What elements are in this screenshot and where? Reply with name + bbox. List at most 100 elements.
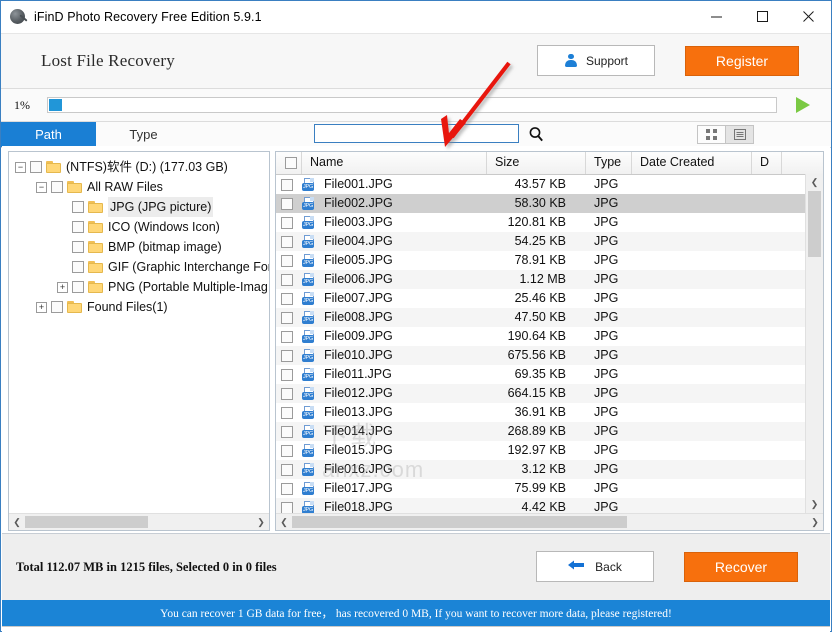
tree-node[interactable]: JPG (JPG picture) [15, 197, 269, 217]
folder-icon [46, 161, 61, 173]
table-row[interactable]: JPG File008.JPG 47.50 KB JPG [276, 308, 823, 327]
close-icon[interactable] [785, 1, 831, 32]
table-row[interactable]: JPG File002.JPG 58.30 KB JPG [276, 194, 823, 213]
table-row[interactable]: JPG File016.JPG 3.12 KB JPG [276, 460, 823, 479]
tree-node-label: (NTFS)软件 (D:) (177.03 GB) [66, 160, 228, 174]
row-checkbox[interactable] [276, 327, 302, 346]
tree-node-checkbox[interactable] [72, 221, 84, 233]
column-header-d[interactable]: D [752, 152, 782, 174]
row-checkbox[interactable] [276, 289, 302, 308]
scroll-left-icon[interactable]: ❮ [276, 515, 292, 530]
search-input[interactable] [314, 124, 519, 143]
back-button[interactable]: Back [536, 551, 654, 582]
table-row[interactable]: JPG File005.JPG 78.91 KB JPG [276, 251, 823, 270]
tree-node-checkbox[interactable] [72, 281, 84, 293]
cell-size: 54.25 KB [514, 234, 566, 248]
folder-icon [88, 261, 103, 273]
list-view-icon[interactable] [725, 126, 753, 143]
tree-node[interactable]: + PNG (Portable Multiple-Imag [15, 277, 269, 297]
footer-bar: Total 112.07 MB in 1215 files, Selected … [2, 533, 830, 600]
file-list-vertical-scrollbar[interactable]: ❮ ❯ [805, 174, 823, 513]
row-checkbox[interactable] [276, 232, 302, 251]
play-triangle-icon[interactable] [789, 93, 815, 117]
table-row[interactable]: JPG File014.JPG 268.89 KB JPG [276, 422, 823, 441]
row-checkbox[interactable] [276, 498, 302, 513]
support-button[interactable]: Support [537, 45, 655, 76]
collapse-icon[interactable]: − [15, 161, 26, 173]
tree-node[interactable]: ICO (Windows Icon) [15, 217, 269, 237]
tree-node[interactable]: + Found Files(1) [15, 297, 269, 317]
table-row[interactable]: JPG File013.JPG 36.91 KB JPG [276, 403, 823, 422]
register-button[interactable]: Register [685, 45, 799, 76]
file-list-vscroll-thumb[interactable] [808, 191, 821, 257]
grid-view-icon[interactable] [698, 126, 725, 143]
table-row[interactable]: JPG File018.JPG 4.42 KB JPG [276, 498, 823, 513]
magnifier-icon[interactable] [528, 126, 544, 142]
tree-node[interactable]: GIF (Graphic Interchange For [15, 257, 269, 277]
table-row[interactable]: JPG File003.JPG 120.81 KB JPG [276, 213, 823, 232]
column-header-name[interactable]: Name [302, 152, 487, 174]
select-all-checkbox[interactable] [276, 152, 302, 174]
row-checkbox[interactable] [276, 213, 302, 232]
file-list-horizontal-scrollbar[interactable]: ❮ ❯ [276, 513, 823, 530]
recover-button[interactable]: Recover [684, 551, 798, 582]
tab-path[interactable]: Path [1, 122, 96, 147]
tab-path-label: Path [35, 127, 62, 142]
tab-type[interactable]: Type [96, 122, 191, 147]
table-row[interactable]: JPG File001.JPG 43.57 KB JPG [276, 175, 823, 194]
tree-node-checkbox[interactable] [51, 301, 63, 313]
column-header-size[interactable]: Size [487, 152, 586, 174]
main-content: − (NTFS)软件 (D:) (177.03 GB) − All RAW Files… [2, 146, 830, 531]
row-checkbox[interactable] [276, 441, 302, 460]
collapse-icon[interactable]: − [36, 181, 47, 193]
folder-tree[interactable]: − (NTFS)软件 (D:) (177.03 GB) − All RAW Files… [9, 152, 269, 513]
table-row[interactable]: JPG File009.JPG 190.64 KB JPG [276, 327, 823, 346]
column-header-date-created[interactable]: Date Created [632, 152, 752, 174]
minimize-icon[interactable] [693, 1, 739, 32]
table-row[interactable]: JPG File017.JPG 75.99 KB JPG [276, 479, 823, 498]
row-checkbox[interactable] [276, 460, 302, 479]
row-checkbox[interactable] [276, 479, 302, 498]
tree-node-checkbox[interactable] [72, 241, 84, 253]
scroll-right-icon[interactable]: ❯ [807, 515, 823, 530]
tree-node[interactable]: − (NTFS)软件 (D:) (177.03 GB) [15, 157, 269, 177]
row-checkbox[interactable] [276, 346, 302, 365]
row-checkbox[interactable] [276, 194, 302, 213]
row-checkbox[interactable] [276, 270, 302, 289]
row-checkbox[interactable] [276, 308, 302, 327]
file-list-hscroll-thumb[interactable] [292, 516, 627, 528]
table-row[interactable]: JPG File006.JPG 1.12 MB JPG [276, 270, 823, 289]
row-checkbox[interactable] [276, 403, 302, 422]
expand-icon[interactable]: + [36, 301, 47, 313]
tree-node[interactable]: − All RAW Files [15, 177, 269, 197]
row-checkbox[interactable] [276, 384, 302, 403]
table-row[interactable]: JPG File012.JPG 664.15 KB JPG [276, 384, 823, 403]
row-checkbox[interactable] [276, 422, 302, 441]
tree-node-checkbox[interactable] [72, 261, 84, 273]
row-checkbox[interactable] [276, 251, 302, 270]
tree-hscroll-thumb[interactable] [25, 516, 148, 528]
table-row[interactable]: JPG File015.JPG 192.97 KB JPG [276, 441, 823, 460]
scroll-up-icon[interactable]: ❮ [806, 174, 823, 191]
column-header-type[interactable]: Type [586, 152, 632, 174]
table-row[interactable]: JPG File010.JPG 675.56 KB JPG [276, 346, 823, 365]
tree-node[interactable]: BMP (bitmap image) [15, 237, 269, 257]
row-checkbox[interactable] [276, 365, 302, 384]
table-row[interactable]: JPG File007.JPG 25.46 KB JPG [276, 289, 823, 308]
expand-icon[interactable]: + [57, 281, 68, 293]
maximize-icon[interactable] [739, 1, 785, 32]
tree-node-checkbox[interactable] [51, 181, 63, 193]
tree-node-checkbox[interactable] [30, 161, 42, 173]
tree-node-checkbox[interactable] [72, 201, 84, 213]
table-row[interactable]: JPG File004.JPG 54.25 KB JPG [276, 232, 823, 251]
folder-icon [88, 281, 103, 293]
scroll-left-icon[interactable]: ❮ [9, 515, 25, 530]
scroll-right-icon[interactable]: ❯ [253, 515, 269, 530]
row-checkbox[interactable] [276, 175, 302, 194]
cell-type: JPG [594, 215, 619, 229]
table-row[interactable]: JPG File011.JPG 69.35 KB JPG [276, 365, 823, 384]
tree-horizontal-scrollbar[interactable]: ❮ ❯ [9, 513, 269, 530]
scroll-down-icon[interactable]: ❯ [806, 496, 823, 513]
file-list-rows[interactable]: JPG File001.JPG 43.57 KB JPG JPG File002.JPG 5… [276, 175, 823, 513]
folder-icon [67, 181, 82, 193]
